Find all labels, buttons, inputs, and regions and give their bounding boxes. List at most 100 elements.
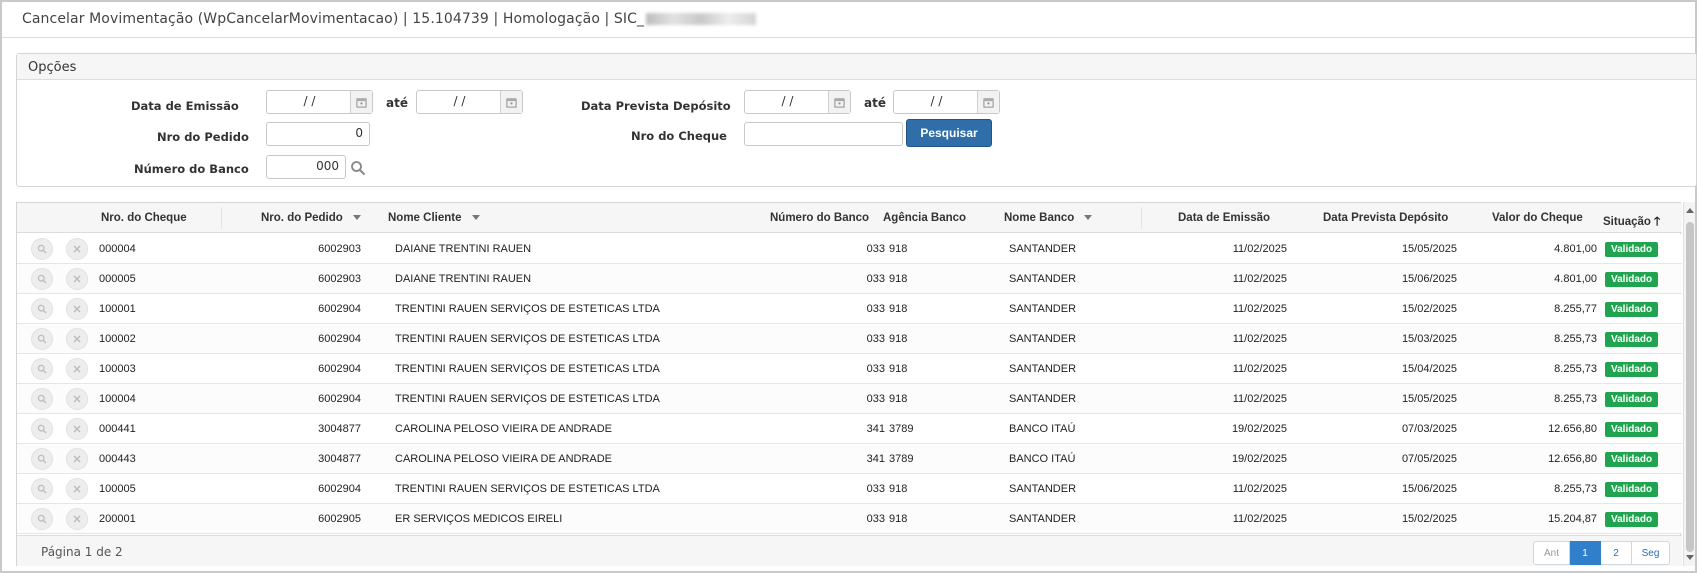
numero-banco-input[interactable]: 000 xyxy=(266,155,346,179)
view-icon[interactable] xyxy=(31,268,53,290)
next-page-button[interactable]: Seg xyxy=(1632,541,1670,565)
view-icon[interactable] xyxy=(31,478,53,500)
cell-numero-banco: 033 xyxy=(866,483,885,495)
cell-numero-banco: 341 xyxy=(866,423,885,435)
nro-pedido-input[interactable]: 0 xyxy=(266,122,370,146)
data-emissao-from-input[interactable]: / / xyxy=(266,90,373,114)
cell-valor-cheque: 8.255,73 xyxy=(1554,333,1597,345)
cell-agencia-banco: 918 xyxy=(889,303,908,315)
sort-ascending-icon: 🡑 xyxy=(1653,214,1661,228)
cell-data-emissao: 11/02/2025 xyxy=(1232,513,1287,525)
scrollbar-thumb[interactable] xyxy=(1686,222,1694,552)
calendar-icon[interactable] xyxy=(828,91,850,113)
cell-valor-cheque: 8.255,73 xyxy=(1554,393,1597,405)
cancel-icon[interactable] xyxy=(66,388,88,410)
cancel-icon[interactable] xyxy=(66,358,88,380)
table-row[interactable]: 200001 6002905 ER SERVIÇOS MEDICOS EIRELI 0… xyxy=(17,504,1682,534)
col-data-emissao[interactable]: Data de Emissão xyxy=(1178,212,1270,224)
nro-cheque-input[interactable] xyxy=(744,122,903,146)
data-prevista-from-input[interactable]: / / xyxy=(744,90,851,114)
cell-valor-cheque: 12.656,80 xyxy=(1548,453,1597,465)
view-icon[interactable] xyxy=(31,238,53,260)
nro-cheque-label: Nro do Cheque xyxy=(631,129,727,143)
prev-page-button[interactable]: Ant xyxy=(1533,541,1570,565)
calendar-icon[interactable] xyxy=(350,91,372,113)
calendar-icon[interactable] xyxy=(977,91,999,113)
title-bar: Cancelar Movimentação (WpCancelarMovimen… xyxy=(2,2,1695,38)
cell-nome-banco: SANTANDER xyxy=(1009,483,1077,495)
scroll-up-icon[interactable] xyxy=(1686,208,1694,213)
cell-nome-cliente: CAROLINA PELOSO VIEIRA DE ANDRADE xyxy=(395,453,613,465)
cancel-icon[interactable] xyxy=(66,478,88,500)
data-emissao-to-input[interactable]: / / xyxy=(416,90,523,114)
view-icon[interactable] xyxy=(31,358,53,380)
table-row[interactable]: 100002 6002904 TRENTINI RAUEN SERVIÇOS DE … xyxy=(17,324,1682,354)
col-numero-banco[interactable]: Número do Banco xyxy=(770,212,869,224)
cancel-icon[interactable] xyxy=(66,508,88,530)
cell-data-prevista: 15/05/2025 xyxy=(1401,393,1457,405)
chevron-down-icon xyxy=(471,215,480,221)
status-badge: Validado xyxy=(1605,242,1659,257)
cell-nro-pedido: 6002904 xyxy=(318,483,361,495)
cell-numero-banco: 033 xyxy=(866,303,885,315)
cell-data-emissao: 11/02/2025 xyxy=(1232,243,1287,255)
col-nome-banco[interactable]: Nome Banco xyxy=(1004,212,1093,224)
ate-label: até xyxy=(864,96,886,110)
page-button-1[interactable]: 1 xyxy=(1570,541,1601,565)
cell-valor-cheque: 8.255,73 xyxy=(1554,483,1597,495)
table-row[interactable]: 100005 6002904 TRENTINI RAUEN SERVIÇOS DE … xyxy=(17,474,1682,504)
col-valor-cheque[interactable]: Valor do Cheque xyxy=(1492,212,1583,224)
cell-data-prevista: 15/03/2025 xyxy=(1401,333,1457,345)
cell-nro-cheque: 100002 xyxy=(99,333,136,345)
search-icon[interactable] xyxy=(350,160,366,176)
cancel-icon[interactable] xyxy=(66,268,88,290)
cancel-icon[interactable] xyxy=(66,448,88,470)
col-nro-cheque[interactable]: Nro. do Cheque xyxy=(101,212,187,224)
page-button-2[interactable]: 2 xyxy=(1601,541,1632,565)
cell-numero-banco: 033 xyxy=(866,363,885,375)
cell-data-emissao: 11/02/2025 xyxy=(1232,333,1287,345)
cancel-icon[interactable] xyxy=(66,418,88,440)
cancel-icon[interactable] xyxy=(66,328,88,350)
col-situacao[interactable]: Situação 🡑 xyxy=(1603,212,1660,233)
table-row[interactable]: 000443 3004877 CAROLINA PELOSO VIEIRA DE A… xyxy=(17,444,1682,474)
cell-nro-cheque: 000443 xyxy=(99,453,136,465)
window-title: Cancelar Movimentação (WpCancelarMovimen… xyxy=(22,11,757,27)
table-row[interactable]: 100004 6002904 TRENTINI RAUEN SERVIÇOS DE … xyxy=(17,384,1682,414)
table-row[interactable]: 100003 6002904 TRENTINI RAUEN SERVIÇOS DE … xyxy=(17,354,1682,384)
cell-valor-cheque: 8.255,73 xyxy=(1554,363,1597,375)
table-row[interactable]: 000441 3004877 CAROLINA PELOSO VIEIRA DE A… xyxy=(17,414,1682,444)
col-data-prevista[interactable]: Data Prevista Depósito xyxy=(1323,212,1448,224)
view-icon[interactable] xyxy=(31,388,53,410)
scroll-down-icon[interactable] xyxy=(1686,555,1694,560)
search-button[interactable]: Pesquisar xyxy=(906,119,992,147)
cell-nome-banco: BANCO ITAÚ xyxy=(1009,423,1076,435)
cancel-icon[interactable] xyxy=(66,298,88,320)
cell-agencia-banco: 918 xyxy=(889,393,908,405)
cell-nome-banco: SANTANDER xyxy=(1009,303,1077,315)
cancel-icon[interactable] xyxy=(66,238,88,260)
cell-numero-banco: 341 xyxy=(866,453,885,465)
table-row[interactable]: 000004 6002903 DAIANE TRENTINI RAUEN 033 918… xyxy=(17,234,1682,264)
cell-agencia-banco: 918 xyxy=(889,483,908,495)
col-agencia-banco[interactable]: Agência Banco xyxy=(883,212,966,224)
cell-nro-pedido: 3004877 xyxy=(318,453,361,465)
view-icon[interactable] xyxy=(31,418,53,440)
grid-footer: Página 1 de 2 Ant 1 2 Seg xyxy=(17,535,1682,566)
data-prevista-to-input[interactable]: / / xyxy=(893,90,1000,114)
cell-agencia-banco: 3789 xyxy=(889,423,914,435)
view-icon[interactable] xyxy=(31,508,53,530)
vertical-scrollbar[interactable] xyxy=(1683,202,1695,566)
col-separator xyxy=(221,207,222,229)
col-nome-cliente[interactable]: Nome Cliente xyxy=(388,212,480,224)
cell-data-emissao: 11/02/2025 xyxy=(1232,363,1287,375)
col-nro-pedido[interactable]: Nro. do Pedido xyxy=(261,212,361,224)
chevron-down-icon xyxy=(1084,215,1093,221)
view-icon[interactable] xyxy=(31,448,53,470)
table-row[interactable]: 100001 6002904 TRENTINI RAUEN SERVIÇOS DE … xyxy=(17,294,1682,324)
view-icon[interactable] xyxy=(31,328,53,350)
table-row[interactable]: 000005 6002903 DAIANE TRENTINI RAUEN 033 918… xyxy=(17,264,1682,294)
view-icon[interactable] xyxy=(31,298,53,320)
cell-nome-cliente: TRENTINI RAUEN SERVIÇOS DE ESTETICAS LTD… xyxy=(395,303,660,315)
calendar-icon[interactable] xyxy=(500,91,522,113)
